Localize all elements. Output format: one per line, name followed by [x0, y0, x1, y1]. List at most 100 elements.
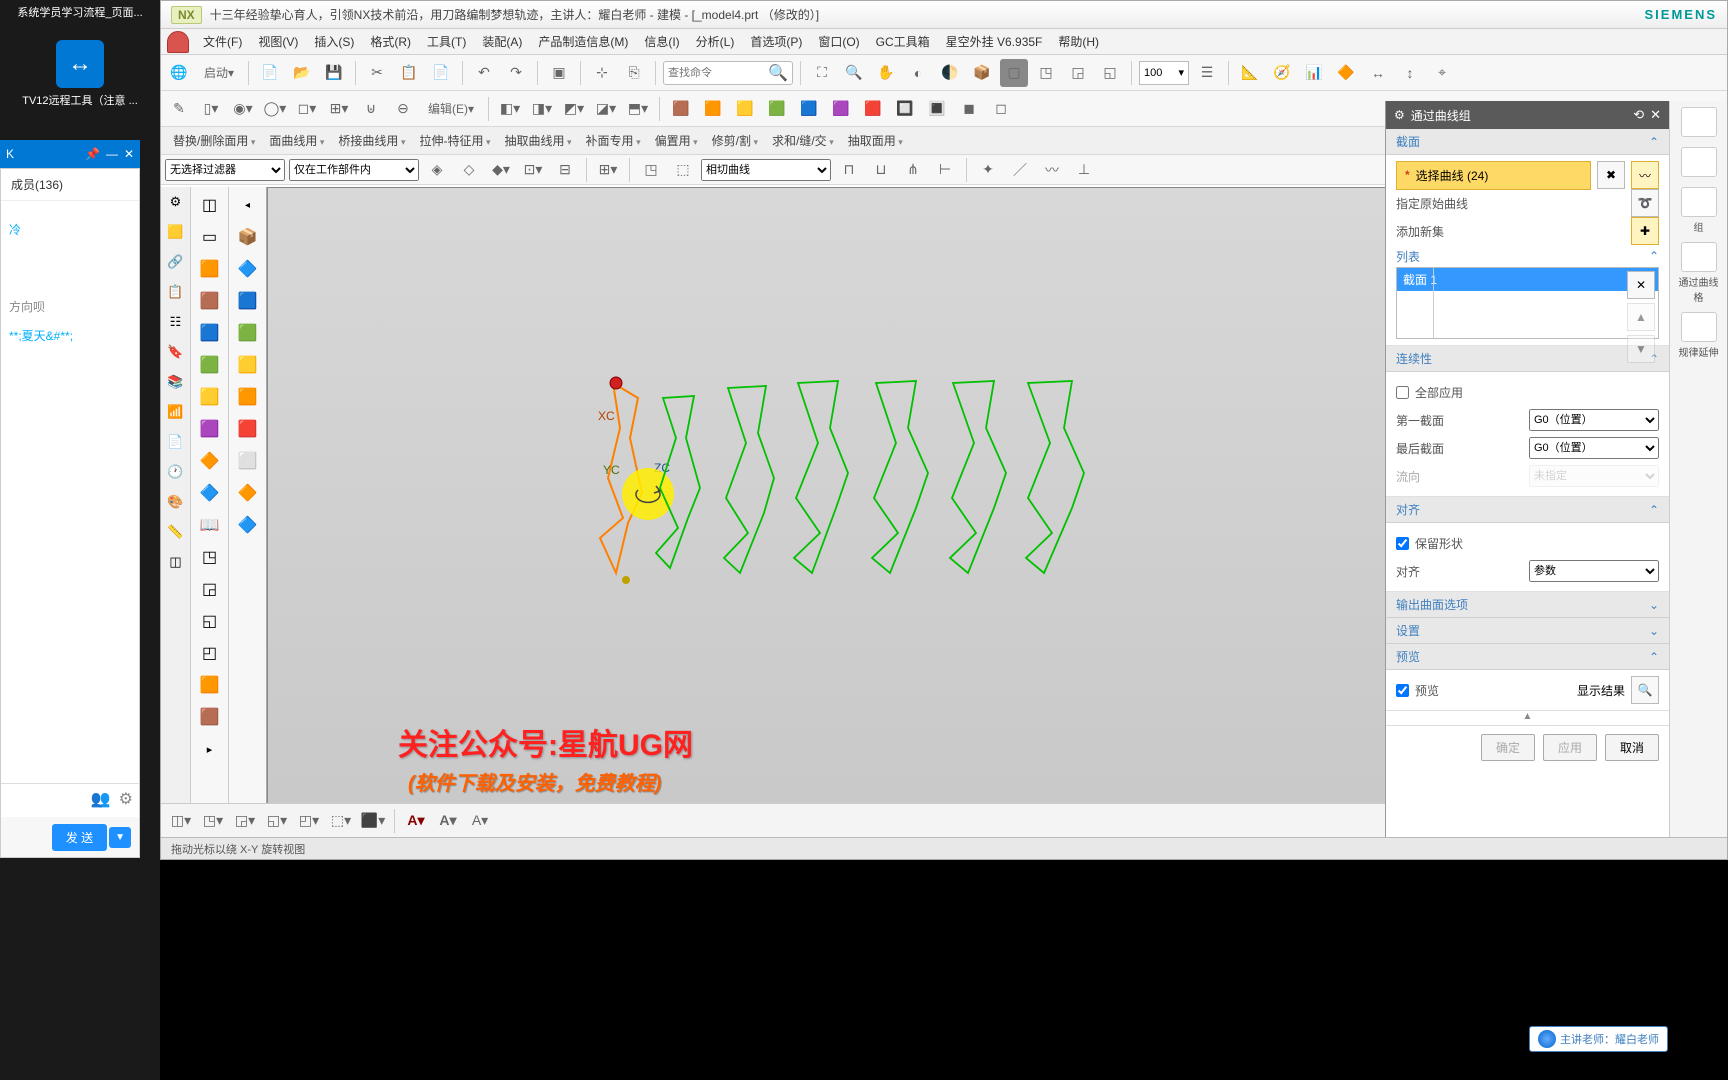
- reverse-dir-icon[interactable]: ✖: [1597, 161, 1625, 189]
- app-menu-button[interactable]: [167, 31, 189, 53]
- snap-1[interactable]: ✦: [974, 156, 1002, 184]
- cut-icon[interactable]: ✂: [363, 59, 391, 87]
- rq-law[interactable]: 规律延伸: [1676, 312, 1722, 359]
- mold-7[interactable]: 🟥: [859, 95, 887, 123]
- cmd-trim[interactable]: 修剪/割: [706, 130, 764, 151]
- mold-8[interactable]: 🔲: [891, 95, 919, 123]
- pattern-icon[interactable]: ⊞▾: [325, 95, 353, 123]
- ts2-9[interactable]: 🔶: [233, 479, 263, 507]
- ts2-scroll-up[interactable]: ◂: [233, 191, 263, 219]
- sketch-icon[interactable]: ✎: [165, 95, 193, 123]
- ts2-5[interactable]: 🟨: [233, 351, 263, 379]
- surf-1[interactable]: ◧▾: [496, 95, 524, 123]
- minimize-icon[interactable]: —: [106, 147, 118, 161]
- undo-icon[interactable]: ↶: [470, 59, 498, 87]
- sel-9[interactable]: ⊓: [835, 156, 863, 184]
- subtract-icon[interactable]: ⊖: [389, 95, 417, 123]
- cmd-face-curve[interactable]: 面曲线用: [263, 130, 330, 151]
- globe-icon[interactable]: 🌐: [165, 59, 193, 87]
- sel-2[interactable]: ◇: [455, 156, 483, 184]
- mold-9[interactable]: 🔳: [923, 95, 951, 123]
- first-sec-select[interactable]: G0（位置）: [1529, 409, 1659, 431]
- orig-curve-icon[interactable]: ➰: [1631, 189, 1659, 217]
- revolve-icon[interactable]: ◉▾: [229, 95, 257, 123]
- nav-layer-icon[interactable]: ☷: [165, 311, 187, 333]
- mold-1[interactable]: 🟫: [667, 95, 695, 123]
- surf-3[interactable]: ◩▾: [560, 95, 588, 123]
- sel-11[interactable]: ⋔: [899, 156, 927, 184]
- mold-11[interactable]: ◻: [987, 95, 1015, 123]
- cmd-combine[interactable]: 求和/缝/交: [766, 130, 840, 151]
- fit-icon[interactable]: ⛶: [808, 59, 836, 87]
- redo-icon[interactable]: ↷: [502, 59, 530, 87]
- snap-2[interactable]: ／: [1006, 156, 1034, 184]
- nav-assy-icon[interactable]: 🔗: [165, 251, 187, 273]
- bt-7[interactable]: ⬛▾: [359, 807, 387, 835]
- close-panel-icon[interactable]: ✕: [1650, 107, 1661, 123]
- list-delete-icon[interactable]: ✕: [1627, 271, 1655, 299]
- sel-4[interactable]: ⊡▾: [519, 156, 547, 184]
- cmd-extract-face[interactable]: 抽取面用: [842, 130, 909, 151]
- search-input[interactable]: [668, 67, 768, 79]
- paste-icon[interactable]: 📄: [427, 59, 455, 87]
- mold-6[interactable]: 🟪: [827, 95, 855, 123]
- nav-meas-icon[interactable]: 📏: [165, 521, 187, 543]
- ts1-1[interactable]: ◫: [195, 191, 225, 219]
- bt-4[interactable]: ◱▾: [263, 807, 291, 835]
- section-list[interactable]: 截面 1: [1396, 267, 1659, 339]
- ts1-12[interactable]: ◳: [195, 543, 225, 571]
- ts1-16[interactable]: 🟧: [195, 671, 225, 699]
- ts1-3[interactable]: 🟧: [195, 255, 225, 283]
- apply-all-checkbox[interactable]: [1396, 386, 1409, 399]
- panel-collapse-handle[interactable]: ▲: [1386, 711, 1669, 725]
- mold-3[interactable]: 🟨: [731, 95, 759, 123]
- ts1-7[interactable]: 🟨: [195, 383, 225, 411]
- rq-2[interactable]: [1676, 147, 1722, 179]
- cmd-extract-curve[interactable]: 抽取曲线用: [499, 130, 578, 151]
- menu-window[interactable]: 窗口(O): [810, 30, 867, 53]
- ts2-6[interactable]: 🟧: [233, 383, 263, 411]
- menu-assembly[interactable]: 装配(A): [474, 30, 530, 53]
- menu-analyze[interactable]: 分析(L): [688, 30, 743, 53]
- unite-icon[interactable]: ⊎: [357, 95, 385, 123]
- box-icon[interactable]: 📦: [968, 59, 996, 87]
- bt-2[interactable]: ◳▾: [199, 807, 227, 835]
- analysis-5[interactable]: ↔: [1364, 59, 1392, 87]
- analysis-6[interactable]: ↕: [1396, 59, 1424, 87]
- surf-4[interactable]: ◪▾: [592, 95, 620, 123]
- zoom-icon[interactable]: 🔍: [840, 59, 868, 87]
- pan-icon[interactable]: ✋: [872, 59, 900, 87]
- section-header-settings[interactable]: 设置⌄: [1386, 618, 1669, 644]
- menu-insert[interactable]: 插入(S): [306, 30, 362, 53]
- extrude-icon[interactable]: ▯▾: [197, 95, 225, 123]
- ts1-11[interactable]: 📖: [195, 511, 225, 539]
- sel-6[interactable]: ⊞▾: [594, 156, 622, 184]
- members-header[interactable]: 成员(136): [1, 169, 139, 201]
- rq-curves[interactable]: 通过曲线格: [1676, 242, 1722, 304]
- ts1-2[interactable]: ▭: [195, 223, 225, 251]
- list-up-icon[interactable]: ▲: [1627, 303, 1655, 331]
- desktop-shortcut-1[interactable]: 系统学员学习流程_页面...: [0, 0, 160, 24]
- analysis-3[interactable]: 📊: [1300, 59, 1328, 87]
- user-add-icon[interactable]: 👥: [91, 789, 111, 809]
- rq-group[interactable]: 组: [1676, 187, 1722, 234]
- sel-8[interactable]: ⬚: [669, 156, 697, 184]
- moon-icon[interactable]: 🌓: [936, 59, 964, 87]
- preview-checkbox[interactable]: [1396, 684, 1409, 697]
- nav-part-icon[interactable]: 🟨: [165, 221, 187, 243]
- nav-color-icon[interactable]: 🎨: [165, 491, 187, 513]
- ts1-6[interactable]: 🟩: [195, 351, 225, 379]
- sel-1[interactable]: ◈: [423, 156, 451, 184]
- nav-const-icon[interactable]: 🔖: [165, 341, 187, 363]
- cmd-replace-face[interactable]: 替换/删除面用: [167, 130, 261, 151]
- tool-g1[interactable]: ◳: [1032, 59, 1060, 87]
- datum-icon[interactable]: ◻▾: [293, 95, 321, 123]
- analysis-7[interactable]: ⌖: [1428, 59, 1456, 87]
- menu-help[interactable]: 帮助(H): [1050, 30, 1107, 53]
- mold-4[interactable]: 🟩: [763, 95, 791, 123]
- hole-icon[interactable]: ◯▾: [261, 95, 289, 123]
- ts2-4[interactable]: 🟩: [233, 319, 263, 347]
- gear-icon[interactable]: ⚙: [119, 789, 133, 809]
- reset-icon[interactable]: ⟲: [1633, 107, 1644, 123]
- menu-file[interactable]: 文件(F): [195, 30, 250, 53]
